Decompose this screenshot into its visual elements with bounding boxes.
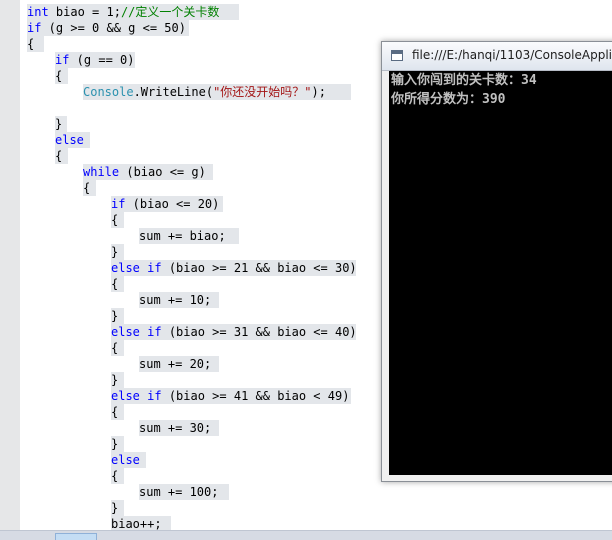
code-line: } xyxy=(111,308,124,324)
code-line: else if (biao >= 41 && biao < 49) xyxy=(111,388,351,404)
console-titlebar[interactable]: file:///E:/hanqi/1103/ConsoleApplicati xyxy=(382,42,612,71)
code-line: else if (biao >= 21 && biao <= 30) xyxy=(111,260,357,276)
code-line: Console.WriteLine("你还没开始吗？"); xyxy=(83,84,351,100)
code-line: { xyxy=(111,276,124,292)
code-line: else xyxy=(55,132,90,148)
code-line: } xyxy=(111,436,124,452)
code-line: { xyxy=(111,468,124,484)
code-line: if (biao <= 20) xyxy=(111,196,223,212)
editor-gutter xyxy=(0,0,20,539)
code-line: sum += 100; xyxy=(139,484,229,500)
code-line: } xyxy=(111,372,124,388)
console-output-area[interactable]: 输入你闯到的关卡数：34 你所得分数为：390 xyxy=(389,71,612,475)
code-line: int biao = 1;//定义一个关卡数 xyxy=(27,4,239,20)
code-line: { xyxy=(55,148,68,164)
code-line: sum += 20; xyxy=(139,356,219,372)
code-line: else xyxy=(111,452,146,468)
code-line: sum += 10; xyxy=(139,292,219,308)
code-line: { xyxy=(27,36,44,52)
code-line: sum += 30; xyxy=(139,420,219,436)
code-line: { xyxy=(111,212,124,228)
console-window[interactable]: file:///E:/hanqi/1103/ConsoleApplicati 输… xyxy=(381,41,612,482)
code-line: { xyxy=(111,340,124,356)
code-line: } xyxy=(111,244,124,260)
console-output-line: 你所得分数为：390 xyxy=(391,92,506,107)
console-app-icon xyxy=(391,50,403,61)
console-output-line: 输入你闯到的关卡数：34 xyxy=(391,73,537,88)
code-line: sum += biao; xyxy=(139,228,239,244)
code-line: while (biao <= g) xyxy=(83,164,213,180)
code-line: else if (biao >= 31 && biao <= 40) xyxy=(111,324,357,340)
code-line: } xyxy=(111,500,124,516)
code-line: { xyxy=(55,68,68,84)
code-line: { xyxy=(83,180,96,196)
code-line: if (g == 0) xyxy=(55,52,135,68)
code-line: { xyxy=(111,404,124,420)
code-line: if (g >= 0 && g <= 50) xyxy=(27,20,189,36)
code-line: } xyxy=(55,116,67,132)
console-title: file:///E:/hanqi/1103/ConsoleApplicati xyxy=(412,48,612,62)
